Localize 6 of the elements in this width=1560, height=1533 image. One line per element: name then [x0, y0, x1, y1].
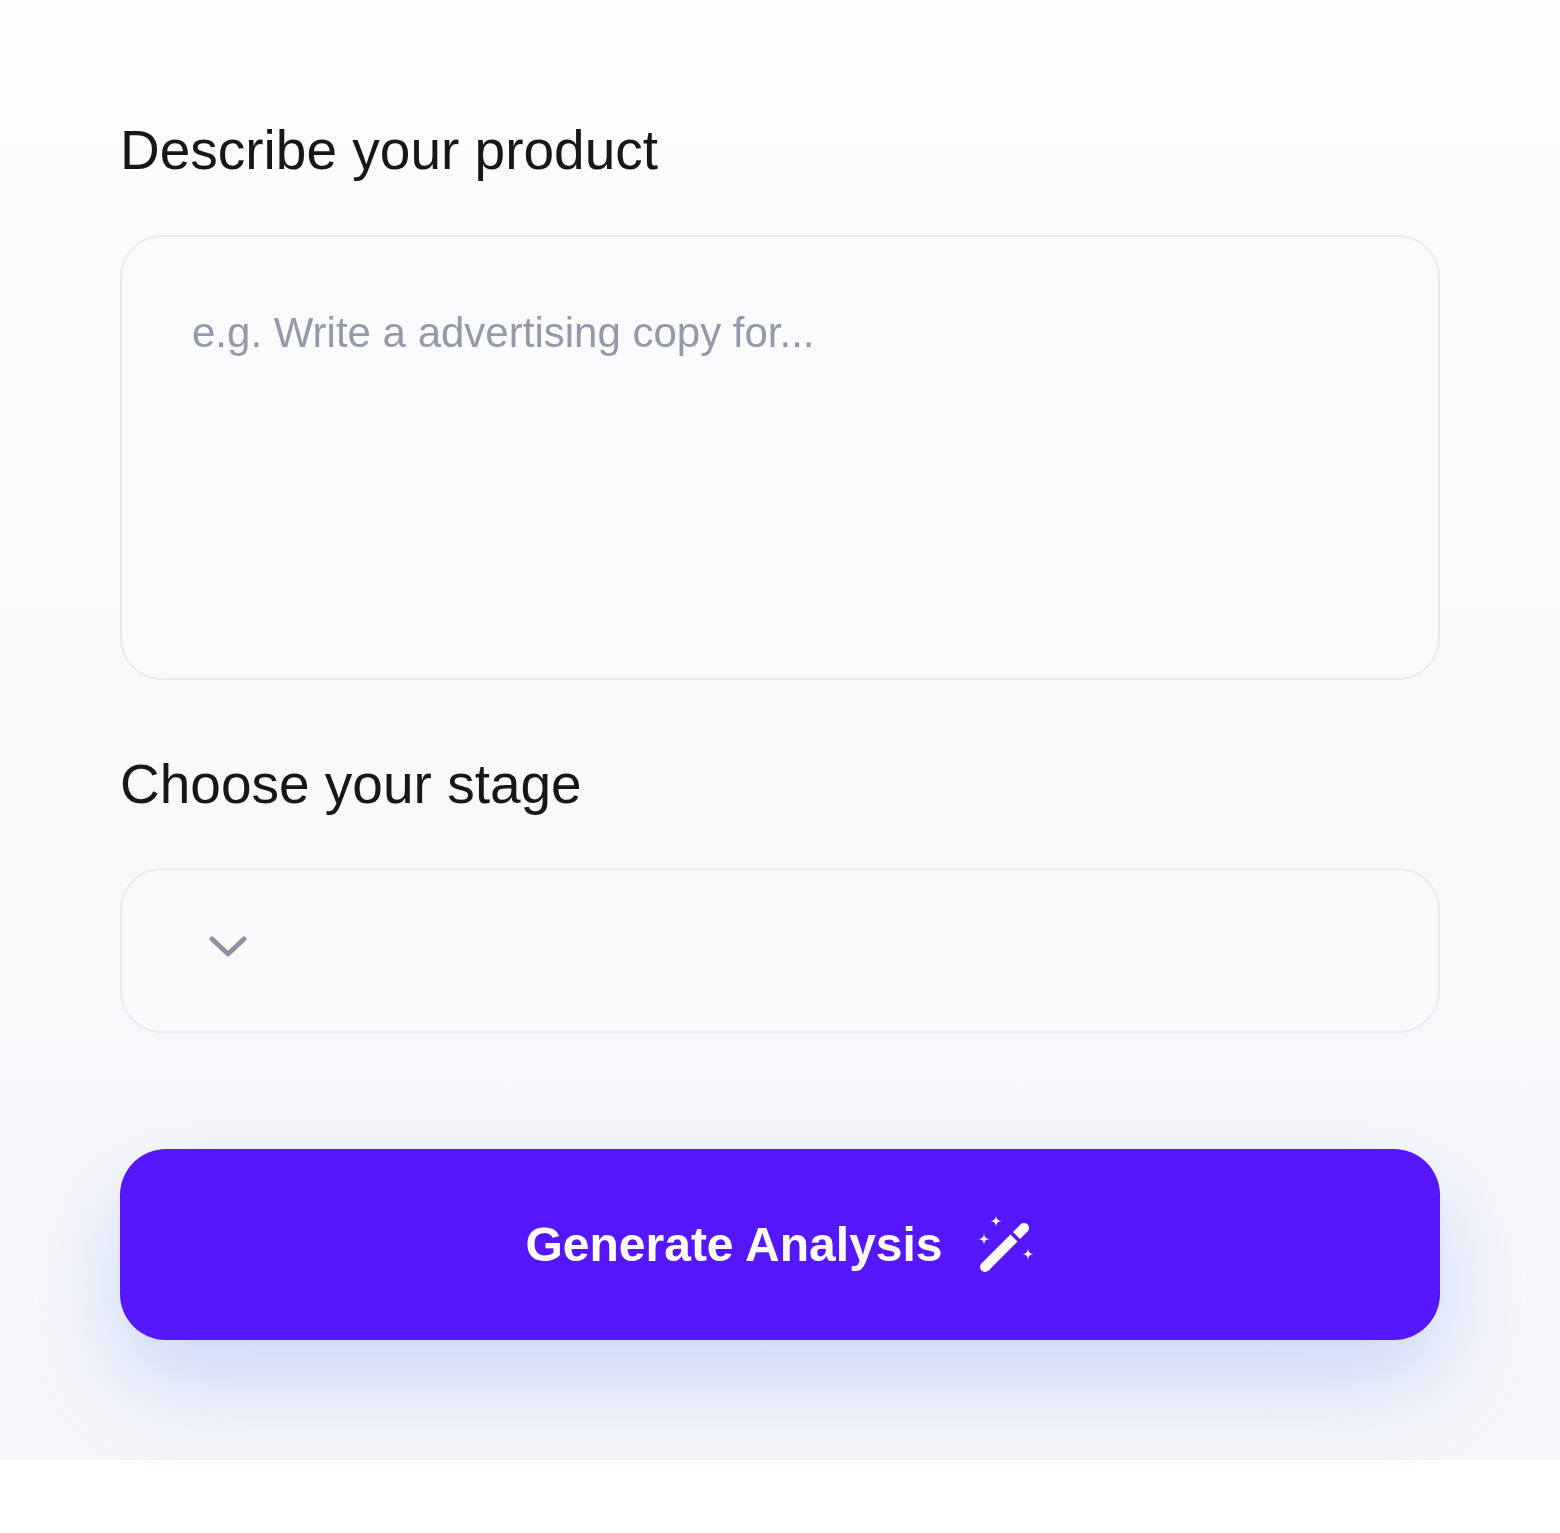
stage-select[interactable] — [120, 868, 1440, 1033]
chevron-down-icon — [209, 935, 247, 958]
generate-analysis-button[interactable]: Generate Analysis — [120, 1149, 1440, 1340]
field-label: Choose your stage — [120, 752, 582, 816]
product-description-field[interactable]: e.g. Write a advertising copy for... — [120, 235, 1440, 680]
field-label: Describe your product — [120, 118, 659, 182]
